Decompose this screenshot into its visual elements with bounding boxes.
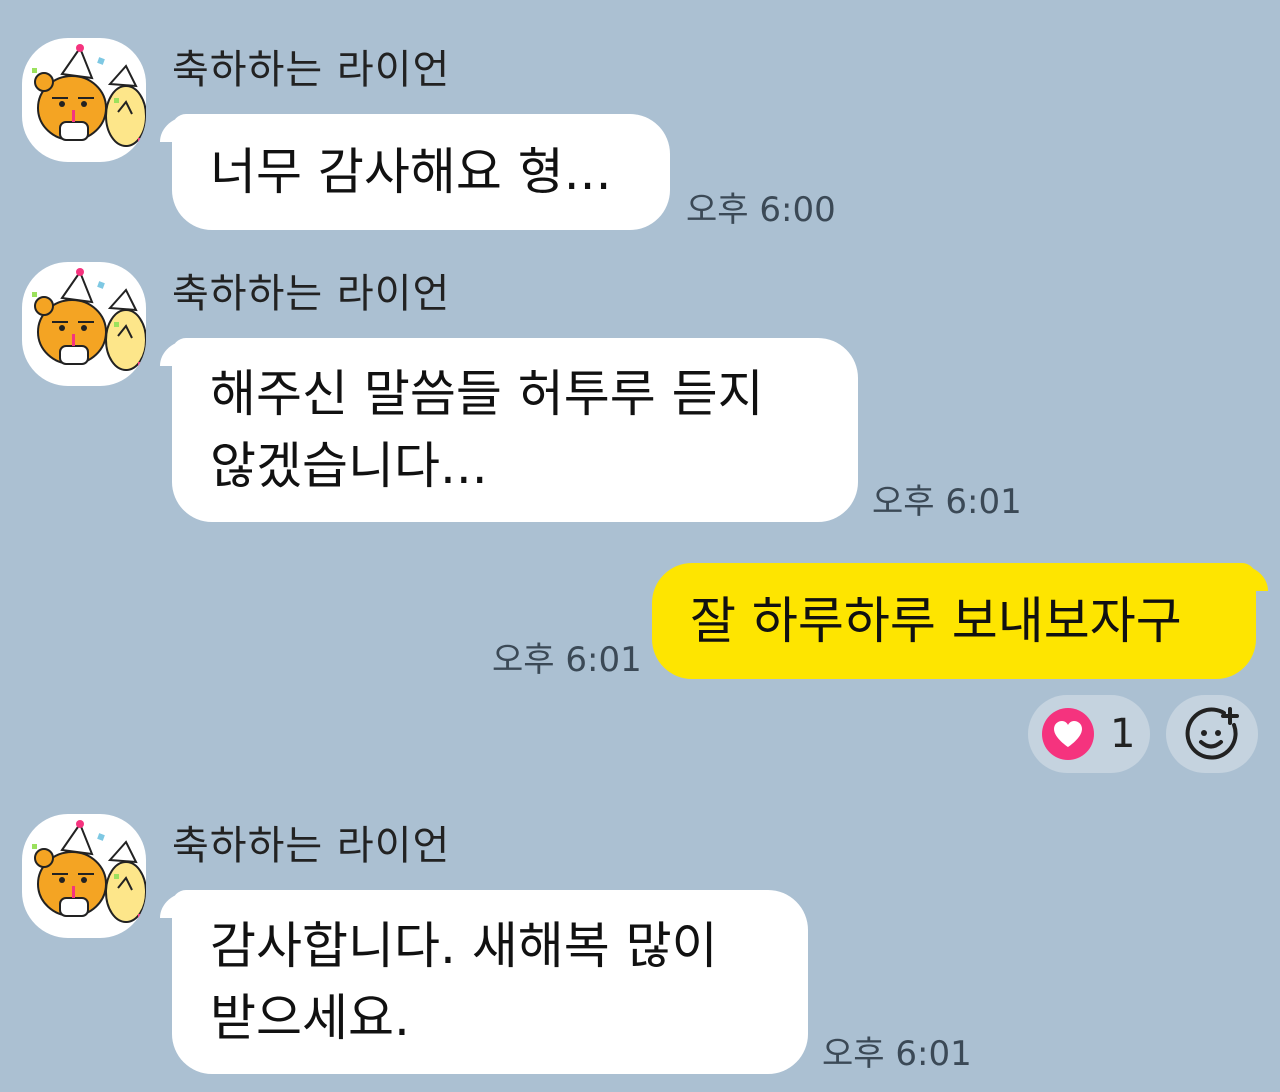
sender-name: 축하하는 라이언 [172, 823, 451, 869]
message-time: 오후 6:01 [492, 640, 642, 680]
add-emoji-icon [1185, 707, 1239, 760]
heart-icon [1042, 708, 1094, 760]
message-bubble[interactable]: 해주신 말씀들 허투루 듣지 않겠습니다... [160, 338, 858, 522]
message-text-line: 잘 하루하루 보내보자구 [690, 592, 1182, 650]
ryan-party-avatar-icon [32, 268, 146, 371]
message-text-line: 감사합니다. 새해복 많이 [210, 917, 718, 975]
ryan-party-avatar-icon [32, 820, 146, 923]
message-text-line: 않겠습니다... [210, 437, 488, 495]
sender-name: 축하하는 라이언 [172, 47, 451, 93]
message-text-line: 받으세요. [210, 989, 410, 1047]
message-bubble[interactable]: 감사합니다. 새해복 많이 받으세요. [160, 890, 808, 1074]
message-time: 오후 6:00 [686, 190, 836, 230]
message-time: 오후 6:01 [872, 482, 1022, 522]
message-text-line: 너무 감사해요 형... [210, 143, 612, 201]
message-bubble[interactable]: 잘 하루하루 보내보자구 [652, 563, 1268, 679]
sender-name: 축하하는 라이언 [172, 271, 451, 317]
ryan-party-avatar-icon [32, 44, 146, 147]
message-bubble[interactable]: 너무 감사해요 형... [160, 114, 670, 230]
heart-reaction-badge[interactable]: 1 [1028, 695, 1150, 773]
sender-avatar[interactable] [22, 38, 146, 162]
add-reaction-button[interactable] [1166, 695, 1258, 773]
message-text-line: 해주신 말씀들 허투루 듣지 [210, 365, 764, 423]
reaction-count: 1 [1110, 711, 1136, 757]
sender-avatar[interactable] [22, 814, 146, 938]
sender-avatar[interactable] [22, 262, 146, 386]
message-time: 오후 6:01 [822, 1034, 972, 1074]
